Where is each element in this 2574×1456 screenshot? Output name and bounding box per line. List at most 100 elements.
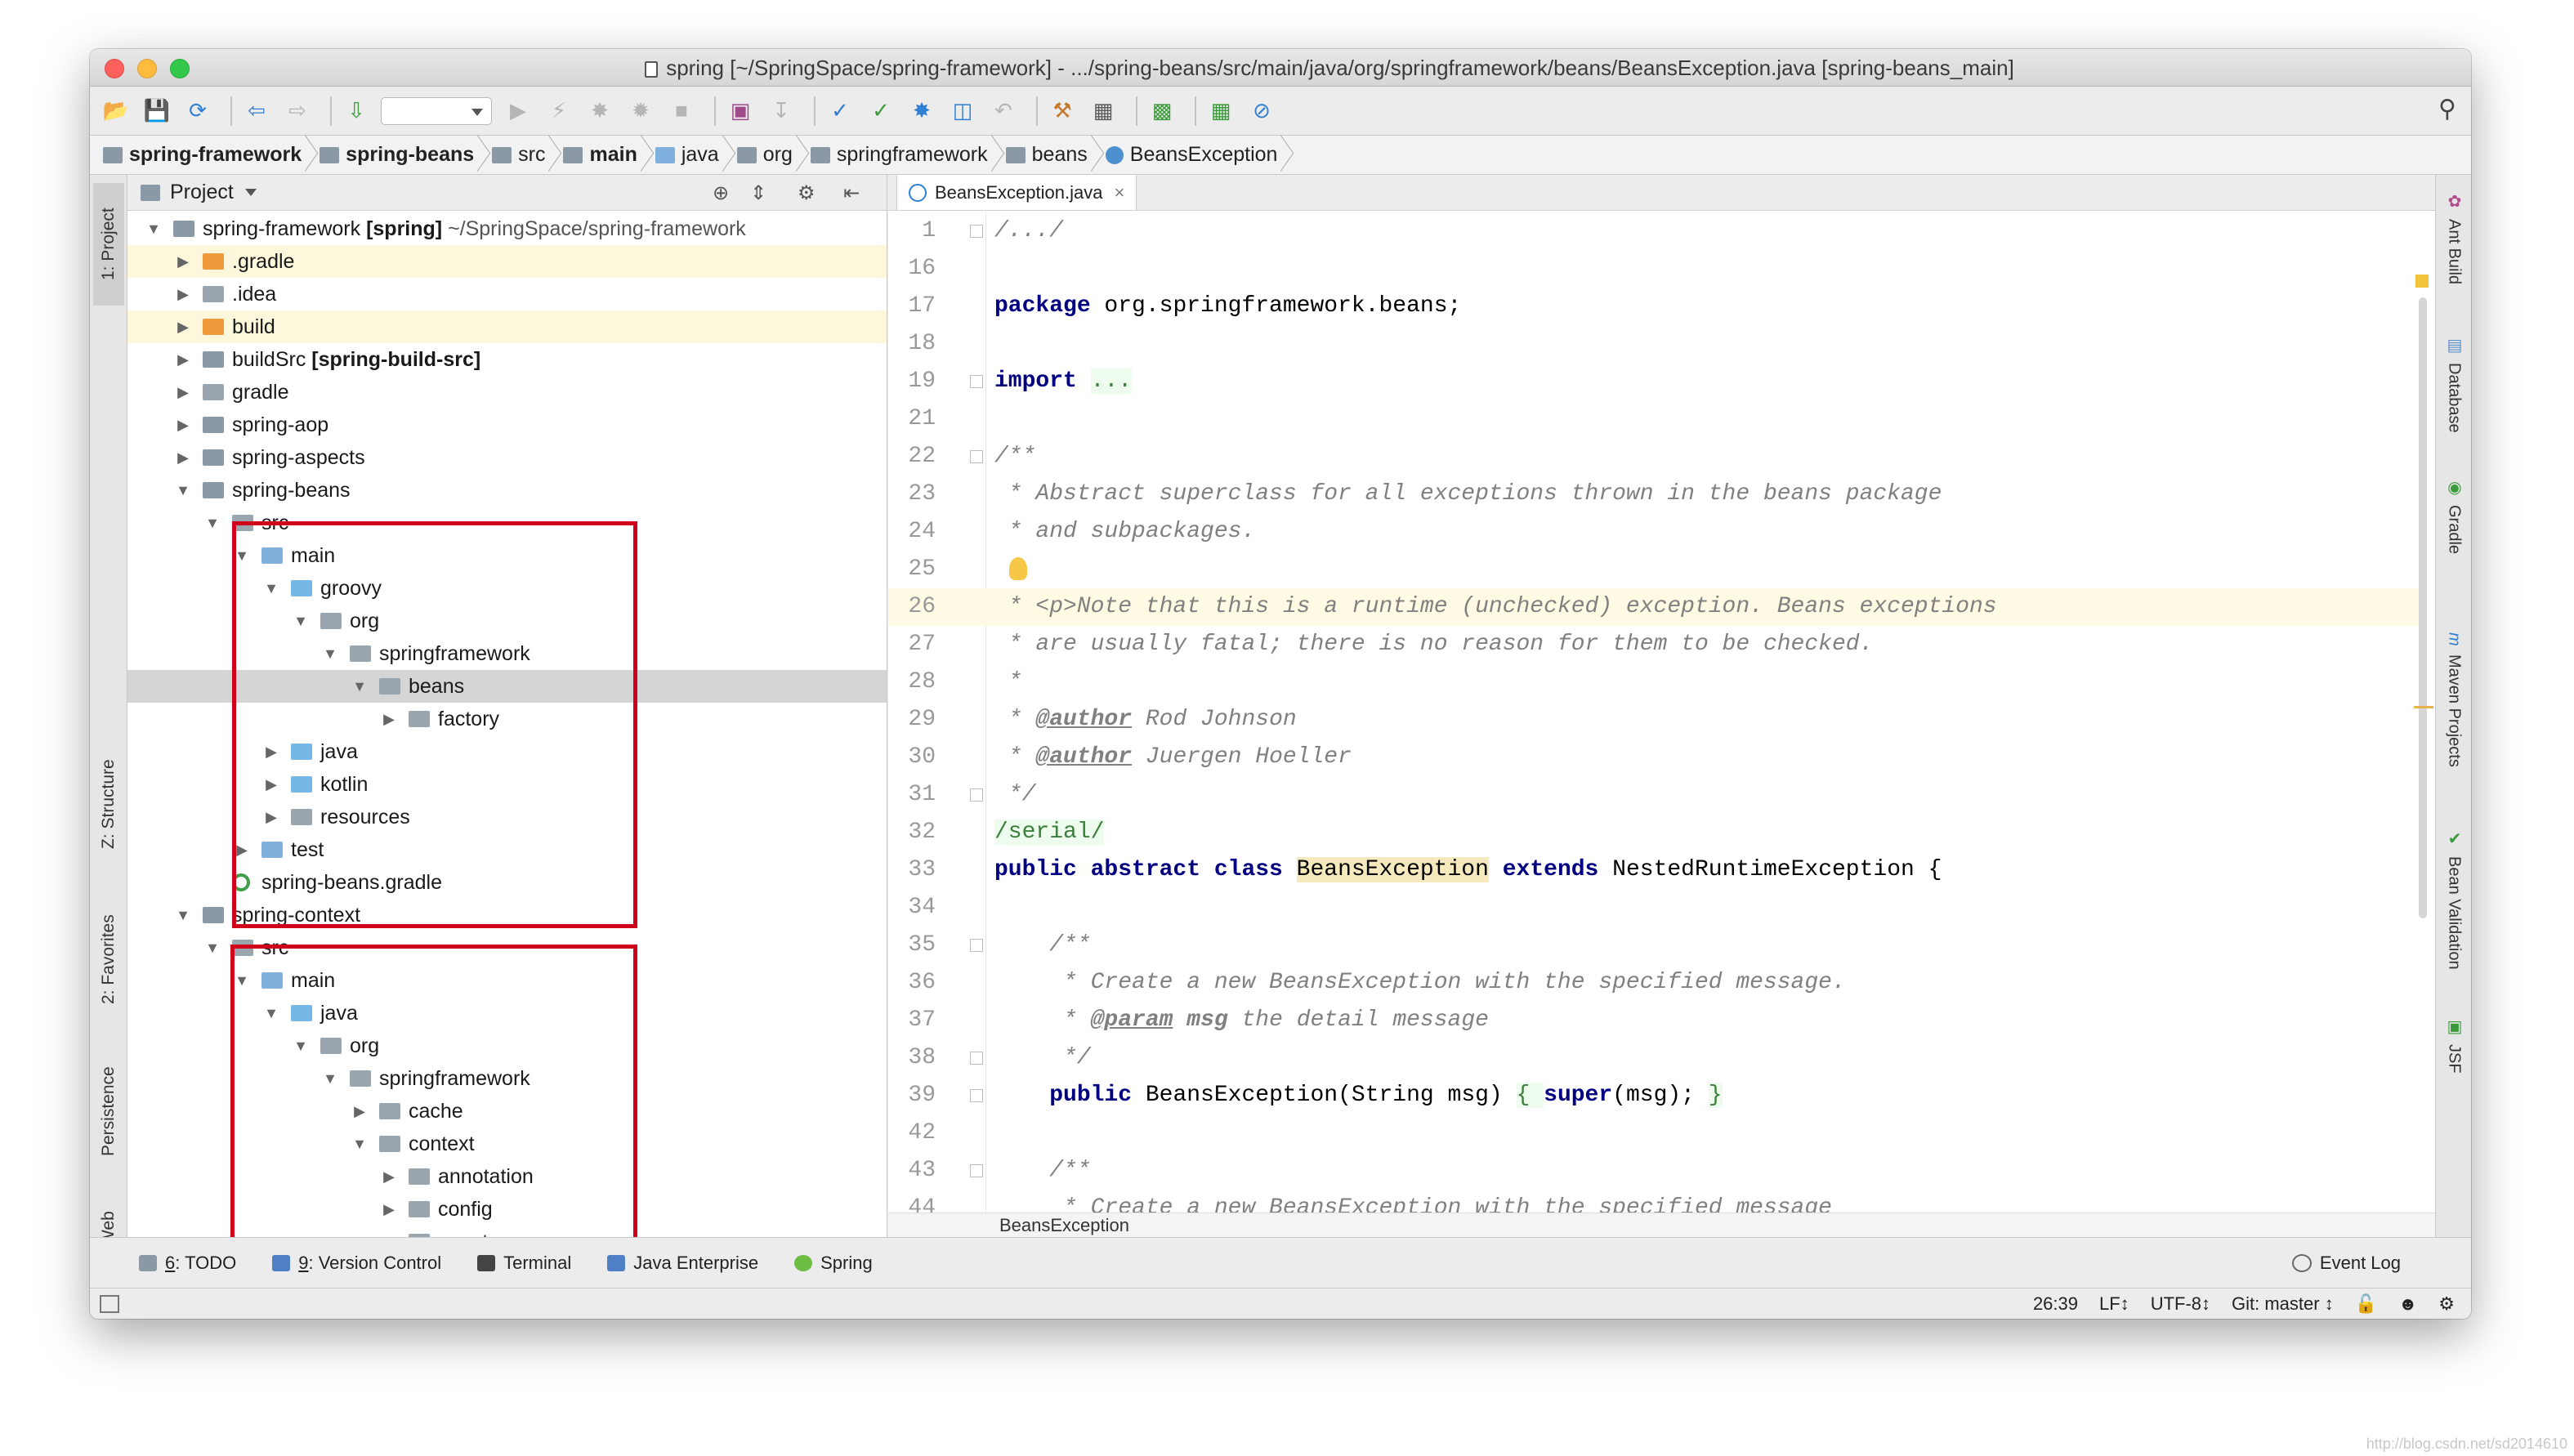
tree-node[interactable]: ▶ .idea [127, 278, 887, 310]
code-line[interactable]: 28 * [888, 663, 2424, 701]
tree-node[interactable]: ▼ spring-beans [127, 474, 887, 507]
tool-tab-bean-validation[interactable]: ✔ Bean Validation [2439, 828, 2469, 1000]
tree-node[interactable]: ▶ annotation [127, 1160, 887, 1193]
expanded-arrow-icon[interactable]: ▼ [204, 931, 221, 964]
tree-node[interactable]: ▶ spring-aop [127, 409, 887, 441]
code-line[interactable]: 39 public BeansException(String msg) { s… [888, 1077, 2424, 1114]
tree-node[interactable]: ▼ src [127, 931, 887, 964]
intention-bulb-icon[interactable] [1009, 557, 1027, 580]
code-line[interactable]: 42 [888, 1114, 2424, 1152]
editor-tab-beans-exception[interactable]: BeansException.java × [896, 174, 1137, 210]
vcs-push-icon[interactable]: ✸ [905, 95, 938, 127]
tool-tab-terminal[interactable]: Terminal [477, 1253, 571, 1274]
expanded-arrow-icon[interactable]: ▼ [351, 1128, 368, 1160]
coverage-icon[interactable]: ✹ [624, 95, 657, 127]
collapsed-arrow-icon[interactable]: ▶ [175, 278, 191, 310]
debug-icon[interactable]: ✸ [583, 95, 616, 127]
tool-tab-spring[interactable]: Spring [794, 1253, 873, 1274]
tree-node[interactable]: ▼ org [127, 1029, 887, 1062]
tasks-icon[interactable]: ▩ [1146, 95, 1178, 127]
tree-node[interactable]: spring-beans.gradle [127, 866, 887, 899]
vcs-pull-icon[interactable]: ✓ [865, 95, 897, 127]
line-separator[interactable]: LF↕ [2099, 1293, 2129, 1315]
code-line[interactable]: 30 * @author Juergen Hoeller [888, 739, 2424, 776]
fold-toggle-icon[interactable] [970, 788, 983, 802]
collapsed-arrow-icon[interactable]: ▶ [381, 1193, 397, 1226]
expanded-arrow-icon[interactable]: ▼ [175, 899, 191, 931]
collapsed-arrow-icon[interactable]: ▶ [175, 376, 191, 409]
code-line[interactable]: 24 * and subpackages. [888, 513, 2424, 551]
collapsed-arrow-icon[interactable]: ▶ [175, 245, 191, 278]
tree-node[interactable]: ▶ event [127, 1226, 887, 1237]
collapsed-arrow-icon[interactable]: ▶ [351, 1095, 368, 1128]
tool-tab-persistence[interactable]: Persistence [93, 1046, 124, 1177]
crumb-org[interactable]: org [736, 136, 804, 175]
vcs-branch-icon[interactable]: ✓ [824, 95, 856, 127]
tool-tab-java-enterprise[interactable]: Java Enterprise [607, 1253, 758, 1274]
tool-tab-version-control[interactable]: 9: Version Control [272, 1253, 441, 1274]
collapsed-arrow-icon[interactable]: ▶ [175, 343, 191, 376]
code-line[interactable]: 25 [888, 551, 2424, 588]
crumb-spring-beans[interactable]: spring-beans [320, 136, 485, 175]
gear-icon[interactable]: ⚙ [798, 181, 816, 205]
vcs-update-icon[interactable]: ▣ [724, 95, 757, 127]
run-config-select[interactable] [381, 96, 492, 125]
tree-node[interactable]: ▶ spring-aspects [127, 441, 887, 474]
collapsed-arrow-icon[interactable]: ▶ [381, 1160, 397, 1193]
expanded-arrow-icon[interactable]: ▼ [145, 212, 162, 245]
expanded-arrow-icon[interactable]: ▼ [322, 637, 338, 670]
tree-node[interactable]: ▼ org [127, 605, 887, 637]
code-line[interactable]: 31 */ [888, 776, 2424, 814]
tool-tab-todo[interactable]: 6: TODO [139, 1253, 236, 1274]
hide-panel-icon[interactable]: ⇤ [843, 181, 860, 205]
inspection-status-icon[interactable] [2415, 275, 2429, 288]
fold-toggle-icon[interactable] [970, 1164, 983, 1177]
expanded-arrow-icon[interactable]: ▼ [293, 605, 309, 637]
tool-tab-event-log[interactable]: Event Log [2291, 1253, 2401, 1274]
tree-node[interactable]: ▼ spring-context [127, 899, 887, 931]
tree-node[interactable]: ▶ build [127, 310, 887, 343]
editor-breadcrumb[interactable]: BeansException [888, 1213, 2435, 1237]
vcs-commit-icon[interactable]: ↧ [765, 95, 798, 127]
stop-icon[interactable]: ■ [665, 95, 698, 127]
expanded-arrow-icon[interactable]: ▼ [293, 1029, 309, 1062]
lock-icon[interactable]: 🔓 [2355, 1293, 2377, 1315]
vcs-compare-icon[interactable]: ◫ [946, 95, 979, 127]
tree-node[interactable]: ▶ test [127, 833, 887, 866]
fold-toggle-icon[interactable] [970, 450, 983, 463]
vcs-revert-icon[interactable]: ↶ [987, 95, 1020, 127]
code-line[interactable]: 37 * @param msg the detail message [888, 1002, 2424, 1039]
back-icon[interactable]: ⇦ [240, 95, 273, 127]
tree-node[interactable]: ▶ cache [127, 1095, 887, 1128]
editor-scrollbar[interactable] [2419, 297, 2427, 918]
tree-node[interactable]: ▼ groovy [127, 572, 887, 605]
tool-tab-ant-build[interactable]: ✿ Ant Build [2439, 191, 2469, 314]
expanded-arrow-icon[interactable]: ▼ [263, 997, 279, 1029]
collapsed-arrow-icon[interactable]: ▶ [263, 768, 279, 801]
code-line[interactable]: 35 /** [888, 927, 2424, 964]
tool-tab-project[interactable]: 1: Project [93, 183, 124, 306]
forward-icon[interactable]: ⇨ [281, 95, 314, 127]
fold-toggle-icon[interactable] [970, 225, 983, 238]
crumb-beans-exception[interactable]: BeansException [1105, 136, 1289, 175]
code-line[interactable]: 29 * @author Rod Johnson [888, 701, 2424, 739]
file-encoding[interactable]: UTF-8↕ [2151, 1293, 2210, 1315]
tool-tab-gradle[interactable]: ◉ Gradle [2439, 477, 2469, 600]
code-line[interactable]: 18 [888, 325, 2424, 363]
code-line[interactable]: 27 * are usually fatal; there is no reas… [888, 626, 2424, 663]
expanded-arrow-icon[interactable]: ▼ [234, 539, 250, 572]
tree-node[interactable]: ▼ beans [127, 670, 887, 703]
expanded-arrow-icon[interactable]: ▼ [322, 1062, 338, 1095]
tree-node[interactable]: ▶ resources [127, 801, 887, 833]
code-line[interactable]: 26 * <p>Note that this is a runtime (unc… [888, 588, 2424, 626]
tree-node[interactable]: ▼ src [127, 507, 887, 539]
tree-node[interactable]: ▼ spring-framework [spring] ~/SpringSpace… [127, 212, 887, 245]
git-branch[interactable]: Git: master ↕ [2232, 1293, 2334, 1315]
toggle-tool-windows-icon[interactable] [100, 1295, 119, 1313]
collapsed-arrow-icon[interactable]: ▶ [175, 310, 191, 343]
code-line[interactable]: 34 [888, 889, 2424, 927]
save-icon[interactable]: 💾 [141, 95, 173, 127]
tree-node[interactable]: ▶ .gradle [127, 245, 887, 278]
code-area[interactable]: 1 /.../ 16 17 package org.springframework.be… [888, 212, 2435, 1213]
no-entry-icon[interactable]: ⊘ [1245, 95, 1278, 127]
